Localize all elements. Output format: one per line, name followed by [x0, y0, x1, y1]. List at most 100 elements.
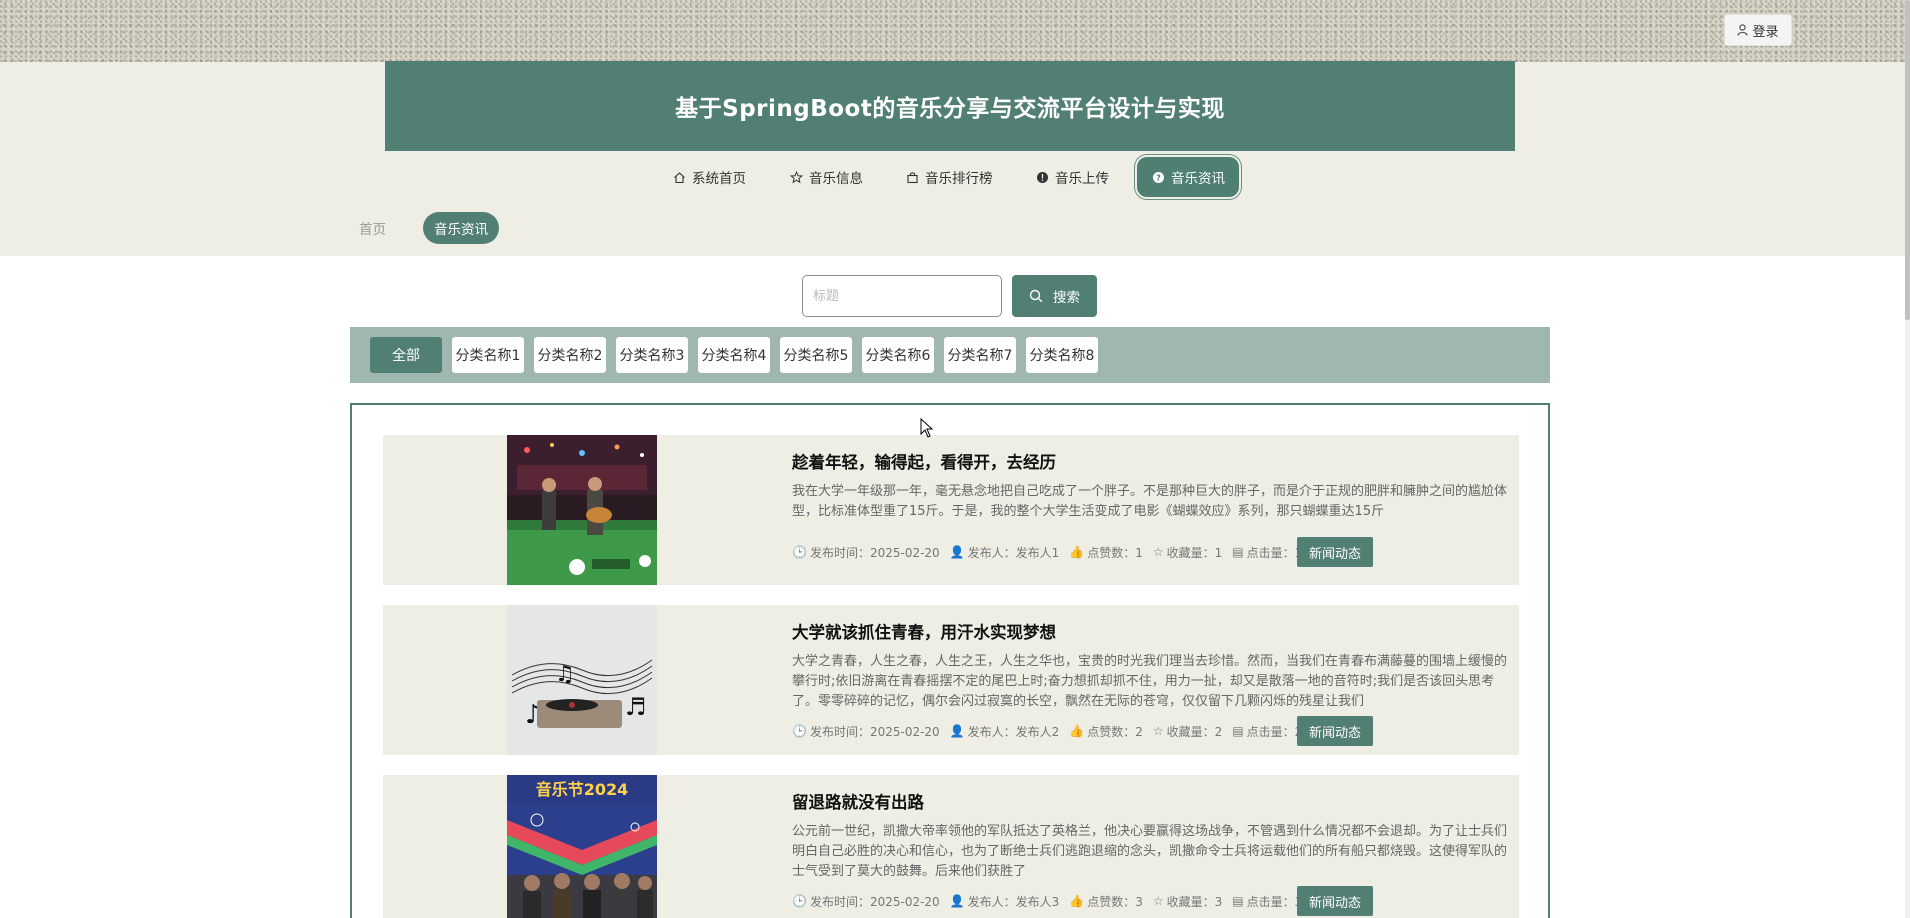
news-category-tag[interactable]: 新闻动态 — [1297, 886, 1373, 916]
user-icon: 👤 — [949, 724, 965, 738]
news-title[interactable]: 大学就该抓住青春，用汗水实现梦想 — [792, 619, 1056, 643]
user-icon: 👤 — [949, 894, 965, 908]
news-card[interactable]: 音乐节2024 留退路就没有出路 公元前一世纪，凯撒大帝率领他的军队抵达了英格兰… — [383, 775, 1519, 918]
nav-home[interactable]: 系统首页 — [672, 157, 746, 197]
header-texture-strip — [0, 0, 1905, 62]
likes-text: 点赞数：1 — [1087, 545, 1143, 560]
publisher: 👤 发布人：发布人1 — [950, 544, 1060, 561]
svg-text:?: ? — [1156, 173, 1161, 182]
likes: 👍 点赞数：1 — [1069, 544, 1143, 561]
favorites: ☆ 收藏量：2 — [1153, 723, 1222, 740]
breadcrumb-home[interactable]: 首页 — [359, 218, 386, 238]
clicks: ▤ 点击量：2 — [1232, 723, 1302, 740]
publisher: 👤 发布人：发布人2 — [950, 723, 1060, 740]
news-thumbnail-music-notes[interactable]: ♪ ♫ ♬ — [507, 605, 657, 755]
user-icon: 👤 — [949, 545, 965, 559]
news-title[interactable]: 趁着年轻，输得起，看得开，去经历 — [792, 449, 1056, 473]
favorites-text: 收藏量：1 — [1166, 545, 1223, 560]
page-scrollbar-thumb[interactable] — [1905, 0, 1910, 320]
category-bar: 全部 分类名称1 分类名称2 分类名称3 分类名称4 分类名称5 分类名称6 分… — [350, 327, 1550, 383]
publish-time: 🕒 发布时间：2025-02-20 — [792, 893, 940, 910]
favorites-text: 收藏量：3 — [1166, 894, 1223, 909]
news-summary: 我在大学一年级那一年，毫无悬念地把自己吃成了一个胖子。不是那种巨大的胖子，而是介… — [792, 484, 1508, 519]
search-input[interactable] — [802, 275, 1002, 317]
nav-label: 系统首页 — [692, 171, 746, 187]
question-circle-icon: ? — [1151, 170, 1165, 184]
clock-icon: 🕒 — [792, 894, 807, 908]
nav-label: 音乐上传 — [1055, 171, 1109, 187]
info-circle-icon — [1035, 170, 1049, 184]
category-item[interactable]: 分类名称5 — [780, 337, 852, 373]
favorites: ☆ 收藏量：3 — [1153, 893, 1222, 910]
svg-text:♫: ♫ — [555, 662, 575, 687]
clock-icon: 🕒 — [792, 724, 807, 738]
thumbs-up-icon: 👍 — [1069, 724, 1085, 738]
site-title: 基于SpringBoot的音乐分享与交流平台设计与实现 — [675, 96, 1225, 122]
nav-music-news[interactable]: ? 音乐资讯 — [1137, 157, 1239, 197]
category-item[interactable]: 分类名称1 — [452, 337, 524, 373]
category-item[interactable]: 分类名称4 — [698, 337, 770, 373]
publish-time-text: 发布时间：2025-02-20 — [809, 545, 940, 560]
bag-icon — [905, 170, 919, 184]
nav-music-info[interactable]: 音乐信息 — [789, 157, 863, 197]
favorites-text: 收藏量：2 — [1166, 724, 1223, 739]
star-icon: ☆ — [1152, 894, 1164, 908]
publisher-text: 发布人：发布人1 — [967, 545, 1060, 560]
category-all[interactable]: 全部 — [370, 337, 442, 373]
home-icon — [672, 170, 686, 184]
clicks: ▤ 点击量：1 — [1232, 544, 1302, 561]
publish-time: 🕒 发布时间：2025-02-20 — [792, 723, 940, 740]
clicks: ▤ 点击量：3 — [1232, 893, 1302, 910]
news-card[interactable]: ♪ ♫ ♬ 大学就该抓住青春，用汗水实现梦想 大学之青春，人生之春，人生之王，人… — [383, 605, 1519, 755]
search-button[interactable]: 搜索 — [1012, 275, 1097, 317]
news-meta: 🕒 发布时间：2025-02-20 👤 发布人：发布人2 👍 点赞数：2 ☆ 收藏量：2… — [792, 721, 1302, 741]
site-title-banner: 基于SpringBoot的音乐分享与交流平台设计与实现 — [385, 61, 1515, 151]
category-item[interactable]: 分类名称2 — [534, 337, 606, 373]
breadcrumb-current[interactable]: 音乐资讯 — [423, 212, 499, 244]
clicks-text: 点击量：2 — [1246, 724, 1303, 739]
news-title[interactable]: 留退路就没有出路 — [792, 789, 924, 813]
news-category-tag[interactable]: 新闻动态 — [1297, 537, 1373, 567]
star-icon: ☆ — [1152, 545, 1164, 559]
nav-label: 音乐排行榜 — [925, 171, 993, 187]
thumbs-up-icon: 👍 — [1069, 894, 1085, 908]
news-meta: 🕒 发布时间：2025-02-20 👤 发布人：发布人3 👍 点赞数：3 ☆ 收藏量：3… — [792, 891, 1302, 911]
nav-label: 音乐信息 — [809, 171, 863, 187]
likes: 👍 点赞数：2 — [1069, 723, 1143, 740]
login-button[interactable]: 登录 — [1724, 14, 1792, 46]
news-summary: 公元前一世纪，凯撒大帝率领他的军队抵达了英格兰，他决心要赢得这场战争，不管遇到什… — [792, 824, 1508, 879]
search-icon — [1029, 289, 1043, 303]
document-icon: ▤ — [1232, 724, 1244, 738]
document-icon: ▤ — [1232, 894, 1244, 908]
star-icon: ☆ — [1152, 724, 1164, 738]
category-item[interactable]: 分类名称6 — [862, 337, 934, 373]
mouse-cursor-icon — [920, 418, 934, 438]
login-label: 登录 — [1752, 24, 1779, 40]
star-icon — [789, 170, 803, 184]
poster-text: 音乐节2024 — [536, 780, 629, 799]
likes-text: 点赞数：2 — [1087, 724, 1143, 739]
clicks-text: 点击量：3 — [1246, 894, 1303, 909]
news-card[interactable]: 趁着年轻，输得起，看得开，去经历 我在大学一年级那一年，毫无悬念地把自己吃成了一… — [383, 435, 1519, 585]
publish-time-text: 发布时间：2025-02-20 — [809, 724, 940, 739]
likes: 👍 点赞数：3 — [1069, 893, 1143, 910]
category-item[interactable]: 分类名称7 — [944, 337, 1016, 373]
category-item[interactable]: 分类名称3 — [616, 337, 688, 373]
news-summary: 大学之青春，人生之春，人生之王，人生之华也，宝贵的时光我们理当去珍惜。然而，当我… — [792, 654, 1508, 709]
news-category-tag[interactable]: 新闻动态 — [1297, 716, 1373, 746]
publisher-text: 发布人：发布人3 — [967, 894, 1060, 909]
clicks-text: 点击量：1 — [1246, 545, 1303, 560]
news-thumbnail-festival-poster[interactable]: 音乐节2024 — [507, 775, 657, 918]
search-button-label: 搜索 — [1053, 290, 1080, 306]
document-icon: ▤ — [1232, 545, 1244, 559]
nav-music-upload[interactable]: 音乐上传 — [1035, 157, 1109, 197]
publish-time-text: 发布时间：2025-02-20 — [809, 894, 940, 909]
publisher-text: 发布人：发布人2 — [967, 724, 1060, 739]
thumbs-up-icon: 👍 — [1069, 545, 1085, 559]
likes-text: 点赞数：3 — [1087, 894, 1143, 909]
main-nav: 系统首页 音乐信息 音乐排行榜 音乐上传 ? 音乐资讯 — [0, 157, 1905, 197]
publisher: 👤 发布人：发布人3 — [950, 893, 1060, 910]
news-thumbnail-concert[interactable] — [507, 435, 657, 585]
category-item[interactable]: 分类名称8 — [1026, 337, 1098, 373]
nav-music-ranking[interactable]: 音乐排行榜 — [905, 157, 993, 197]
